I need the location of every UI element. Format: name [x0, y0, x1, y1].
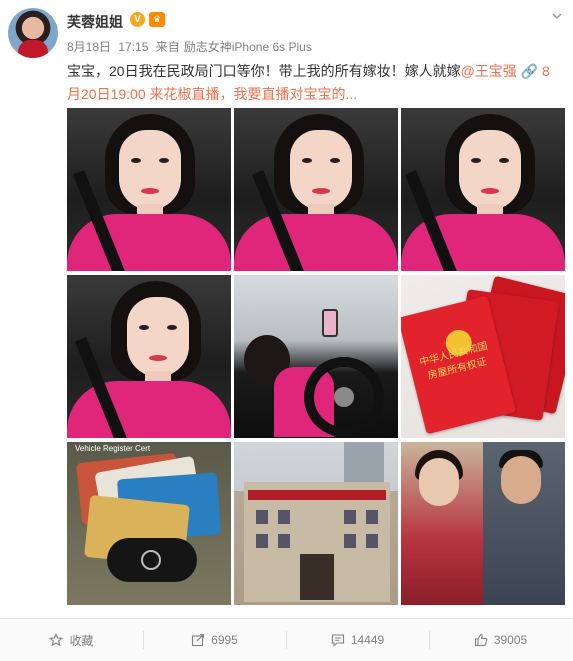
- thumbs-up-icon: [474, 633, 488, 647]
- photo-thumbnail[interactable]: [234, 275, 398, 438]
- card-caption: Vehicle Register Cert: [75, 444, 151, 453]
- post-meta: 8月18日 17:15 来自 励志女神iPhone 6s Plus: [67, 38, 316, 55]
- photo-thumbnail[interactable]: [67, 108, 231, 271]
- like-button[interactable]: 39005: [429, 619, 572, 661]
- post-source[interactable]: 励志女神iPhone 6s Plus: [184, 40, 312, 54]
- favorite-label: 收藏: [69, 633, 94, 648]
- star-icon: [49, 633, 64, 647]
- like-count: 39005: [493, 633, 528, 647]
- repost-button[interactable]: 6995: [143, 619, 286, 661]
- comment-icon: [331, 633, 345, 647]
- photo-thumbnail[interactable]: [401, 108, 565, 271]
- vip-badge-icon[interactable]: ♛: [149, 12, 165, 27]
- username[interactable]: 芙蓉姐姐: [67, 12, 123, 32]
- comment-button[interactable]: 14449: [286, 619, 429, 661]
- link-icon[interactable]: 🔗: [521, 63, 538, 79]
- photo-thumbnail[interactable]: 中华人民共和国 房屋所有权证: [401, 275, 565, 438]
- comment-count: 14449: [350, 633, 385, 647]
- photo-thumbnail[interactable]: [234, 108, 398, 271]
- expand-more-link[interactable]: ...: [346, 86, 358, 102]
- action-bar: 收藏 6995 14449 39005: [0, 619, 573, 661]
- verified-badge-icon[interactable]: V: [130, 12, 145, 27]
- post-date[interactable]: 8月18日: [67, 40, 111, 54]
- photo-thumbnail[interactable]: [401, 442, 565, 605]
- post-text: 宝宝，20日我在民政局门口等你！带上我的所有嫁妆！嫁人就嫁@王宝强 🔗 8月20…: [67, 60, 562, 106]
- post-time[interactable]: 17:15: [118, 40, 148, 54]
- photo-thumbnail[interactable]: [67, 275, 231, 438]
- source-prefix: 来自: [155, 40, 180, 54]
- favorite-button[interactable]: 收藏: [0, 619, 143, 661]
- photo-thumbnail[interactable]: [234, 442, 398, 605]
- image-grid: 中华人民共和国 房屋所有权证 Vehicle Register Cert: [67, 108, 565, 608]
- post-text-part1: 宝宝，20日我在民政局门口等你！带上我的所有嫁妆！嫁人就嫁: [67, 63, 461, 79]
- weibo-post-card: 芙蓉姐姐 V ♛ 8月18日 17:15 来自 励志女神iPhone 6s Plu…: [0, 0, 573, 661]
- mention-link[interactable]: @王宝强: [461, 63, 517, 79]
- photo-thumbnail[interactable]: Vehicle Register Cert: [67, 442, 231, 605]
- repost-count: 6995: [211, 633, 238, 647]
- chevron-down-icon[interactable]: [551, 10, 563, 22]
- avatar[interactable]: [8, 8, 58, 58]
- share-icon: [191, 633, 205, 647]
